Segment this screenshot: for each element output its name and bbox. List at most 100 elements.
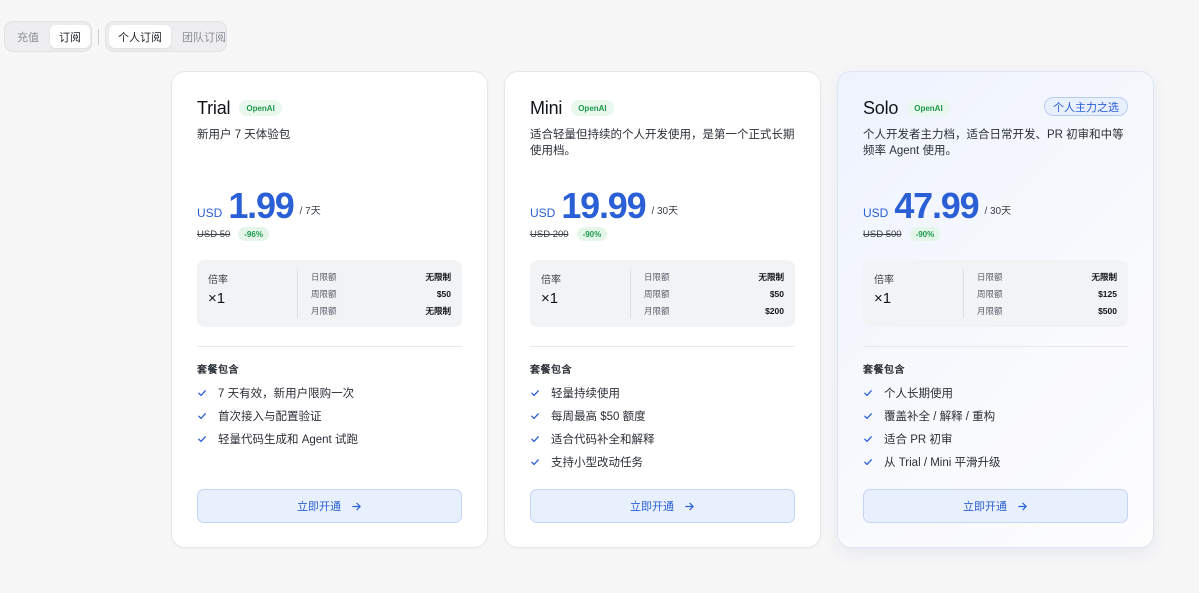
tab-team-subscription[interactable]: 团队订阅 (173, 25, 235, 48)
price-amount: 1.99 (228, 185, 294, 226)
includes-title: 套餐包含 (530, 365, 572, 376)
limit-value: $125 (1098, 289, 1117, 299)
subscription-scope-toggle: 个人订阅 团队订阅 (105, 21, 227, 52)
limit-label: 周限额 (977, 289, 1003, 299)
check-icon (530, 457, 540, 467)
feature-item: 7 天有效，新用户限购一次 (197, 381, 462, 404)
limits-divider (630, 269, 631, 318)
limit-label: 月限额 (311, 306, 337, 316)
price-currency: USD (197, 206, 223, 220)
subscribe-button-label: 立即开通 (297, 501, 341, 513)
limit-row-daily: 日限额 无限制 (311, 270, 451, 284)
subscribe-button[interactable]: 立即开通 (863, 489, 1128, 523)
feature-item: 适合代码补全和解释 (530, 427, 795, 450)
plan-card-solo: Solo OpenAI 个人主力之选 个人开发者主力档，适合日常开发、PR 初审… (837, 71, 1154, 548)
price-amount: 19.99 (561, 185, 646, 226)
feature-text: 轻量持续使用 (551, 387, 620, 400)
arrow-right-icon (351, 501, 362, 512)
limit-value: 无限制 (1091, 272, 1117, 282)
check-icon (863, 388, 873, 398)
original-price-row: USD 50 -96% (197, 226, 269, 242)
section-divider (197, 346, 462, 347)
check-icon (863, 411, 873, 421)
tab-personal-subscription[interactable]: 个人订阅 (109, 25, 171, 48)
limit-label: 日限额 (311, 272, 337, 282)
limit-value: 无限制 (425, 306, 451, 316)
feature-item: 轻量持续使用 (530, 381, 795, 404)
check-icon (197, 388, 207, 398)
plan-header: Mini OpenAI (530, 96, 795, 120)
price-row: USD 47.99 / 30天 (863, 184, 1128, 226)
original-price: USD 50 (197, 228, 231, 240)
subscribe-button-label: 立即开通 (963, 501, 1007, 513)
subscribe-button[interactable]: 立即开通 (530, 489, 795, 523)
plan-header: Trial OpenAI (197, 96, 462, 120)
limit-value: 无限制 (425, 272, 451, 282)
limits-divider (963, 269, 964, 318)
tab-subscribe[interactable]: 订阅 (50, 25, 90, 48)
arrow-right-icon (1017, 501, 1028, 512)
provider-badge: OpenAI (571, 100, 614, 116)
discount-badge: -96% (238, 227, 269, 241)
tab-recharge[interactable]: 充值 (8, 25, 48, 48)
limits-panel: 倍率 ×1 日限额 无限制 周限额 $50 月限额 无限制 (197, 260, 462, 327)
limit-label: 月限额 (644, 306, 670, 316)
feature-item: 首次接入与配置验证 (197, 404, 462, 427)
limit-row-daily: 日限额 无限制 (644, 270, 784, 284)
price-period: / 30天 (984, 206, 1012, 217)
feature-item: 适合 PR 初审 (863, 427, 1128, 450)
limit-label: 月限额 (977, 306, 1003, 316)
rate-value: ×1 (874, 290, 892, 307)
rate-value: ×1 (208, 290, 226, 307)
feature-text: 轻量代码生成和 Agent 试跑 (218, 433, 358, 446)
feature-text: 个人长期使用 (884, 387, 953, 400)
limit-value: $500 (1098, 306, 1117, 316)
feature-list: 个人长期使用 覆盖补全 / 解释 / 重构 适合 PR 初审从 Trial / Mi… (863, 381, 1128, 473)
feature-item: 轻量代码生成和 Agent 试跑 (197, 427, 462, 450)
provider-badge: OpenAI (907, 100, 950, 116)
plan-name: Solo (863, 97, 899, 118)
feature-text: 支持小型改动任务 (551, 456, 643, 469)
plan-description: 新用户 7 天体验包 (197, 129, 291, 141)
original-price-row: USD 200 -90% (530, 226, 608, 242)
price-currency: USD (863, 206, 889, 220)
plan-card-trial: Trial OpenAI 新用户 7 天体验包 USD 1.99 / 7天 US… (171, 71, 488, 548)
limit-value: 无限制 (758, 272, 784, 282)
check-icon (197, 434, 207, 444)
limit-value: $200 (765, 306, 784, 316)
limit-row-monthly: 月限额 $500 (977, 304, 1117, 318)
check-icon (197, 411, 207, 421)
check-icon (530, 411, 540, 421)
limit-row-weekly: 周限额 $125 (977, 287, 1117, 301)
rate-label: 倍率 (208, 275, 228, 286)
provider-badge: OpenAI (239, 100, 282, 116)
plan-name: Mini (530, 97, 563, 118)
price-row: USD 1.99 / 7天 (197, 184, 462, 226)
includes-title: 套餐包含 (197, 365, 239, 376)
limit-label: 周限额 (644, 289, 670, 299)
limits-panel: 倍率 ×1 日限额 无限制 周限额 $50 月限额 $200 (530, 260, 795, 327)
feature-text: 每周最高 $50 额度 (551, 410, 646, 423)
plan-name: Trial (197, 97, 231, 118)
plan-description: 个人开发者主力档，适合日常开发、PR 初审和中等频率 Agent 使用。 (863, 129, 1124, 157)
feature-list: 轻量持续使用每周最高 $50 额度适合代码补全和解释支持小型改动任务 (530, 381, 795, 473)
recommended-badge: 个人主力之选 (1044, 97, 1128, 116)
feature-text: 首次接入与配置验证 (218, 410, 322, 423)
check-icon (530, 388, 540, 398)
discount-badge: -90% (909, 227, 941, 241)
limit-label: 日限额 (644, 272, 670, 282)
feature-item: 覆盖补全 / 解释 / 重构 (863, 404, 1128, 427)
includes-title: 套餐包含 (863, 365, 905, 376)
check-icon (530, 434, 540, 444)
check-icon (863, 434, 873, 444)
plan-header: Solo OpenAI 个人主力之选 (863, 96, 1128, 120)
rate-label: 倍率 (541, 275, 561, 286)
limit-label: 周限额 (311, 289, 337, 299)
limit-row-weekly: 周限额 $50 (311, 287, 451, 301)
original-price: USD 500 (863, 228, 902, 240)
limit-row-weekly: 周限额 $50 (644, 287, 784, 301)
price-row: USD 19.99 / 30天 (530, 184, 795, 226)
subscribe-button[interactable]: 立即开通 (197, 489, 462, 523)
arrow-right-icon (684, 501, 695, 512)
feature-text: 7 天有效，新用户限购一次 (218, 387, 355, 400)
